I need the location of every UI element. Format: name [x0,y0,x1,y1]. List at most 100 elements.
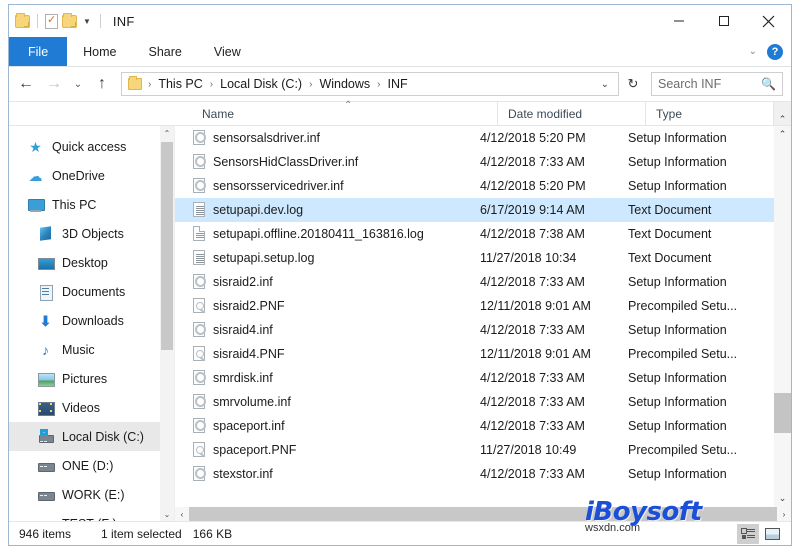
sidebar-item-downloads[interactable]: ⬇ Downloads [9,306,174,335]
sidebar-item-videos[interactable]: Videos [9,393,174,422]
sidebar-item-documents[interactable]: Documents [9,277,174,306]
file-name-cell[interactable]: sisraid2.inf [175,274,480,290]
file-name-cell[interactable]: spaceport.inf [175,418,480,434]
vscroll-thumb[interactable] [774,393,791,433]
back-button[interactable]: ← [13,71,39,97]
file-list-vertical-scrollbar[interactable]: ⌃ ⌄ [774,126,791,507]
vscroll-track[interactable] [774,143,791,490]
hscroll-track[interactable] [189,507,777,521]
file-name-cell[interactable]: spaceport.PNF [175,442,480,458]
sidebar-item-music[interactable]: ♪ Music [9,335,174,364]
sidebar-item-one-d[interactable]: ONE (D:) [9,451,174,480]
tab-share[interactable]: Share [133,37,198,66]
file-name-cell[interactable]: setupapi.setup.log [175,250,480,266]
up-button[interactable]: ↑ [89,71,115,97]
sidebar-item-pictures[interactable]: Pictures [9,364,174,393]
file-name-cell[interactable]: smrdisk.inf [175,370,480,386]
file-name-cell[interactable]: sensorsservicedriver.inf [175,178,480,194]
table-row[interactable]: SensorsHidClassDriver.inf 4/12/2018 7:33… [175,150,791,174]
table-row[interactable]: sensorsalsdriver.inf 4/12/2018 5:20 PM S… [175,126,791,150]
hscroll-left-icon[interactable]: ‹ [175,507,189,521]
table-row[interactable]: sisraid2.PNF 12/11/2018 9:01 AM Precompi… [175,294,791,318]
hscroll-thumb[interactable] [189,507,777,521]
file-list-horizontal-scrollbar[interactable]: ‹ › [175,507,791,521]
breadcrumb-windows[interactable]: Windows [318,77,371,91]
customize-caret-icon[interactable]: ▼ [81,18,93,26]
properties-icon[interactable] [45,13,58,29]
hscroll-right-icon[interactable]: › [777,507,791,521]
sidebar-item-work-e[interactable]: WORK (E:) [9,480,174,509]
breadcrumb-bar[interactable]: › This PC › Local Disk (C:) › Windows › … [121,72,619,96]
column-header-name-label: Name [202,106,235,121]
close-button[interactable] [746,5,791,37]
search-box[interactable]: Search INF 🔍 [651,72,783,96]
file-name: SensorsHidClassDriver.inf [213,155,359,169]
file-type-cell: Setup Information [628,275,727,289]
sidebar-label-downloads: Downloads [62,313,124,328]
table-row[interactable]: spaceport.inf 4/12/2018 7:33 AM Setup In… [175,414,791,438]
sidebar-scroll-thumb[interactable] [161,142,173,350]
sidebar-item-3d-objects[interactable]: 3D Objects [9,219,174,248]
table-row[interactable]: sisraid4.PNF 12/11/2018 9:01 AM Precompi… [175,342,791,366]
file-name-cell[interactable]: stexstor.inf [175,466,480,482]
minimize-button[interactable] [656,5,701,37]
vscroll-up-icon[interactable]: ⌃ [774,126,791,143]
sidebar-scroll-up-icon[interactable]: ⌃ [160,126,174,140]
details-view-button[interactable] [737,523,759,544]
column-header-date-modified[interactable]: Date modified [497,102,645,125]
large-icons-view-button[interactable] [761,524,783,544]
refresh-button[interactable]: ↻ [621,72,645,96]
breadcrumb-dropdown-icon[interactable]: ⌄ [594,79,616,90]
table-row[interactable]: stexstor.inf 4/12/2018 7:33 AM Setup Inf… [175,462,791,486]
status-selection: 1 item selected [101,526,182,541]
file-name-cell[interactable]: setupapi.dev.log [175,202,480,218]
file-name-cell[interactable]: setupapi.offline.20180411_163816.log [175,226,480,242]
recent-locations-icon[interactable]: ⌄ [69,71,87,97]
file-name-cell[interactable]: sensorsalsdriver.inf [175,130,480,146]
sidebar-item-test-f[interactable]: TEST (F:) [9,509,174,521]
sidebar-scroll-down-icon[interactable]: ⌄ [160,507,174,521]
sidebar-scroll-track[interactable] [160,140,174,507]
forward-button[interactable]: → [41,71,67,97]
table-row-selected[interactable]: setupapi.dev.log 6/17/2019 9:14 AM Text … [175,198,791,222]
help-icon[interactable]: ? [767,43,783,60]
sidebar-label-videos: Videos [62,400,100,415]
tab-home[interactable]: Home [67,37,132,66]
table-row[interactable]: sisraid2.inf 4/12/2018 7:33 AM Setup Inf… [175,270,791,294]
sidebar-item-quick-access[interactable]: ★ Quick access [9,132,174,161]
search-icon[interactable]: 🔍 [761,77,776,91]
scroll-up-arrow-icon[interactable]: ⌃ [773,102,791,125]
file-name-cell[interactable]: SensorsHidClassDriver.inf [175,154,480,170]
column-header-type[interactable]: Type [645,102,773,125]
sidebar-item-this-pc[interactable]: This PC [9,190,174,219]
breadcrumb-inf[interactable]: INF [387,77,409,91]
table-row[interactable]: smrdisk.inf 4/12/2018 7:33 AM Setup Info… [175,366,791,390]
vscroll-down-icon[interactable]: ⌄ [774,490,791,507]
table-row[interactable]: sensorsservicedriver.inf 4/12/2018 5:20 … [175,174,791,198]
sidebar-scrollbar[interactable]: ⌃ ⌄ [160,126,174,521]
table-row[interactable]: smrvolume.inf 4/12/2018 7:33 AM Setup In… [175,390,791,414]
file-name-cell[interactable]: sisraid4.inf [175,322,480,338]
table-row[interactable]: setupapi.offline.20180411_163816.log 4/1… [175,222,791,246]
folder-icon[interactable] [15,12,30,28]
file-name-cell[interactable]: sisraid2.PNF [175,298,480,314]
sidebar-item-desktop[interactable]: Desktop [9,248,174,277]
maximize-button[interactable] [701,5,746,37]
sidebar-item-onedrive[interactable]: ☁ OneDrive [9,161,174,190]
tab-view[interactable]: View [198,37,257,66]
sidebar-item-local-disk-c[interactable]: Local Disk (C:) [9,422,174,451]
inf-file-icon [192,154,206,170]
new-folder-icon[interactable] [62,12,77,28]
file-name-cell[interactable]: sisraid4.PNF [175,346,480,362]
breadcrumb-local-disk[interactable]: Local Disk (C:) [219,77,303,91]
tab-file[interactable]: File [9,37,68,66]
breadcrumb-this-pc[interactable]: This PC [157,77,203,91]
chevron-down-icon[interactable]: ⌄ [749,46,757,57]
column-header-name[interactable]: Name ⌃ [192,100,497,125]
search-input[interactable]: Search INF [658,77,761,91]
table-row[interactable]: setupapi.setup.log 11/27/2018 10:34 Text… [175,246,791,270]
table-row[interactable]: spaceport.PNF 11/27/2018 10:49 Precompil… [175,438,791,462]
table-row[interactable]: sisraid4.inf 4/12/2018 7:33 AM Setup Inf… [175,318,791,342]
file-name-cell[interactable]: smrvolume.inf [175,394,480,410]
window-title: INF [112,13,135,29]
